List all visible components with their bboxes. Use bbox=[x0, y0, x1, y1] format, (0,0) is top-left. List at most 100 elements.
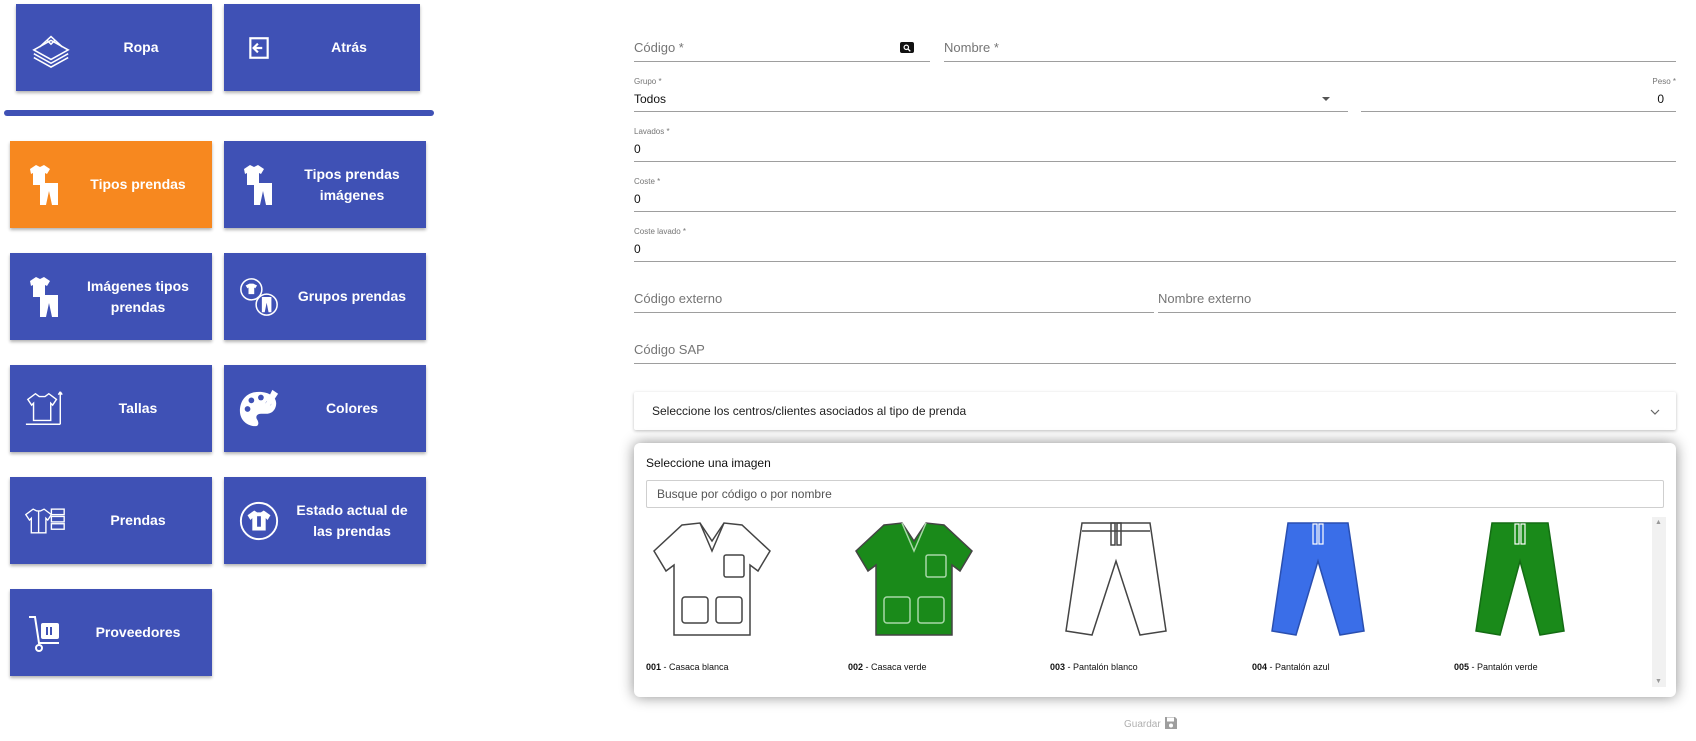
image-picker-title: Seleccione una imagen bbox=[646, 456, 771, 470]
garment-types-icon bbox=[24, 164, 66, 206]
gallery-name: - Casaca blanca bbox=[661, 662, 729, 672]
lavados-value: 0 bbox=[634, 142, 641, 156]
menu-tile-label: Colores bbox=[325, 400, 379, 416]
palette-icon bbox=[238, 388, 280, 430]
nombre-externo-field[interactable]: Nombre externo bbox=[1158, 283, 1676, 313]
garment-groups-icon bbox=[238, 276, 280, 318]
menu-tile-label: Tipos prendas bbox=[90, 176, 186, 192]
gallery-caption: 001 - Casaca blanca bbox=[646, 662, 729, 672]
grupo-select[interactable]: Grupo * Todos bbox=[634, 77, 1348, 112]
menu-tile-label: Grupos prendas bbox=[297, 288, 407, 304]
grupo-label: Grupo * bbox=[634, 77, 662, 86]
codigo-externo-label: Código externo bbox=[634, 291, 723, 306]
gallery-caption: 002 - Casaca verde bbox=[848, 662, 927, 672]
pants-body bbox=[1065, 522, 1167, 636]
pants-image bbox=[1271, 522, 1365, 636]
chevron-down-icon bbox=[1650, 404, 1660, 418]
scroll-up-icon[interactable]: ▲ bbox=[1655, 519, 1662, 526]
menu-tile-atras[interactable]: Atrás bbox=[224, 4, 420, 91]
gallery-name: - Pantalón verde bbox=[1469, 662, 1538, 672]
garment-status-icon bbox=[238, 500, 280, 542]
menu-tile-label: Tallas bbox=[118, 400, 158, 416]
shirt-image bbox=[855, 522, 973, 636]
menu-divider bbox=[4, 110, 434, 116]
gallery-item[interactable]: 002 - Casaca verde bbox=[846, 517, 1026, 677]
menu-tile-label: Proveedores bbox=[95, 624, 181, 640]
codigo-sap-label: Código SAP bbox=[634, 342, 705, 357]
menu-tile-tallas[interactable]: Tallas bbox=[10, 365, 212, 452]
gallery-code: 001 bbox=[646, 662, 662, 672]
lavados-label: Lavados * bbox=[634, 127, 670, 136]
gallery-item[interactable]: 001 - Casaca blanca bbox=[644, 517, 824, 677]
menu-tile-colores[interactable]: Colores bbox=[224, 365, 426, 452]
gallery-code: 003 bbox=[1050, 662, 1066, 672]
nombre-label: Nombre * bbox=[944, 40, 999, 55]
centros-expander-label: Seleccione los centros/clientes asociado… bbox=[652, 404, 967, 418]
gallery-item[interactable]: 005 - Pantalón verde bbox=[1452, 517, 1632, 677]
gallery-caption: 005 - Pantalón verde bbox=[1454, 662, 1538, 672]
codigo-sap-field[interactable]: Código SAP bbox=[634, 334, 1676, 364]
save-button[interactable]: Guardar bbox=[1124, 716, 1178, 733]
coste-label: Coste * bbox=[634, 177, 661, 186]
nombre-field[interactable]: Nombre * bbox=[944, 32, 1676, 62]
image-search-input[interactable] bbox=[646, 480, 1664, 508]
save-label: Guardar bbox=[1124, 719, 1161, 730]
coste-lavado-field[interactable]: Coste lavado * 0 bbox=[634, 227, 1676, 262]
menu-tile-imagenes-tipos-prendas[interactable]: Imágenes tipos prendas bbox=[10, 253, 212, 340]
menu-tile-tipos-prendas[interactable]: Tipos prendas bbox=[10, 141, 212, 228]
gallery-item[interactable]: 003 - Pantalón blanco bbox=[1048, 517, 1228, 677]
codigo-field[interactable]: Código * bbox=[634, 32, 930, 62]
gallery-name: - Casaca verde bbox=[863, 662, 927, 672]
dropdown-arrow-icon bbox=[1322, 97, 1330, 101]
centros-expander[interactable]: Seleccione los centros/clientes asociado… bbox=[634, 392, 1676, 430]
pants-body bbox=[1475, 522, 1565, 636]
gallery-code: 002 bbox=[848, 662, 864, 672]
menu-tile-label: Ropa bbox=[123, 39, 159, 55]
search-icon[interactable] bbox=[900, 42, 914, 53]
shirt-body bbox=[855, 522, 973, 636]
pants-image bbox=[1475, 522, 1565, 636]
menu-tile-label: Prendas bbox=[110, 512, 166, 528]
pants-image bbox=[1065, 522, 1167, 636]
menu-tile-tipos-prendas-imagenes[interactable]: Tipos prendas imágenes bbox=[224, 141, 426, 228]
gallery-name: - Pantalón blanco bbox=[1065, 662, 1138, 672]
garment-images-icon bbox=[24, 276, 66, 318]
menu-tile-estado-prendas[interactable]: Estado actual de las prendas bbox=[224, 477, 426, 564]
sizes-icon bbox=[24, 388, 66, 430]
gallery-scrollbar[interactable]: ▲ ▼ bbox=[1652, 517, 1666, 687]
gallery-code: 005 bbox=[1454, 662, 1470, 672]
coste-field[interactable]: Coste * 0 bbox=[634, 177, 1676, 212]
floppy-disk-icon bbox=[1164, 716, 1178, 733]
menu-tile-label: Atrás bbox=[331, 39, 367, 55]
image-picker-panel: Seleccione una imagen 001 - Casaca blanc… bbox=[634, 443, 1676, 697]
menu-tile-grupos-prendas[interactable]: Grupos prendas bbox=[224, 253, 426, 340]
peso-value: 0 bbox=[1657, 92, 1664, 106]
codigo-externo-field[interactable]: Código externo bbox=[634, 283, 1154, 313]
shirt-body bbox=[653, 522, 771, 636]
clothes-stack-icon bbox=[30, 27, 72, 69]
menu-tile-label: Tipos prendas imágenes bbox=[304, 165, 400, 203]
coste-lavado-value: 0 bbox=[634, 242, 641, 256]
codigo-label: Código * bbox=[634, 40, 684, 55]
nombre-externo-label: Nombre externo bbox=[1158, 291, 1252, 306]
garment-types-images-icon bbox=[238, 164, 280, 206]
gallery-code: 004 bbox=[1252, 662, 1268, 672]
peso-field[interactable]: Peso * 0 bbox=[1361, 77, 1676, 112]
menu-tile-ropa[interactable]: Ropa bbox=[16, 4, 212, 91]
suppliers-icon bbox=[24, 612, 66, 654]
menu-tile-proveedores[interactable]: Proveedores bbox=[10, 589, 212, 676]
gallery-caption: 003 - Pantalón blanco bbox=[1050, 662, 1138, 672]
gallery-caption: 004 - Pantalón azul bbox=[1252, 662, 1330, 672]
menu-tile-prendas[interactable]: Prendas bbox=[10, 477, 212, 564]
lavados-field[interactable]: Lavados * 0 bbox=[634, 127, 1676, 162]
image-gallery: 001 - Casaca blanca 002 - Casaca verde 0… bbox=[644, 517, 1652, 687]
scroll-down-icon[interactable]: ▼ bbox=[1655, 678, 1662, 685]
coste-lavado-label: Coste lavado * bbox=[634, 227, 687, 236]
garments-icon bbox=[24, 500, 66, 542]
menu-tile-label: Imágenes tipos prendas bbox=[87, 277, 189, 315]
pants-body bbox=[1271, 522, 1365, 636]
peso-label: Peso * bbox=[1652, 77, 1676, 86]
grupo-value: Todos bbox=[634, 92, 667, 106]
exit-back-icon bbox=[238, 27, 280, 69]
gallery-item[interactable]: 004 - Pantalón azul bbox=[1250, 517, 1430, 677]
